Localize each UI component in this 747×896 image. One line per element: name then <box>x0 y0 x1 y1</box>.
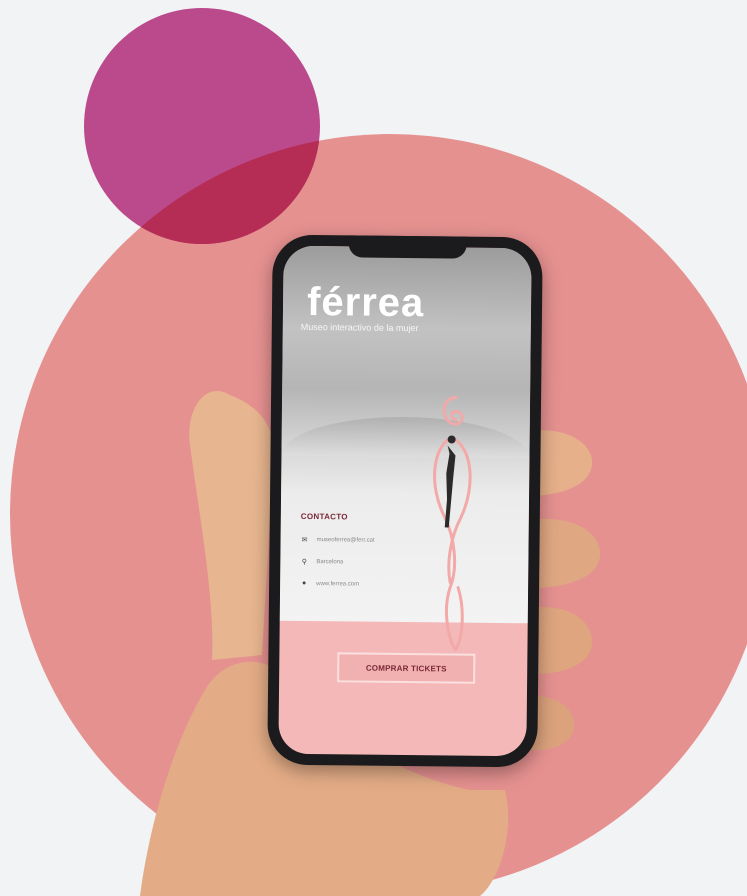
phone-screen: férrea Museo interactivo de la mujer CON… <box>278 245 532 757</box>
contact-title: CONTACTO <box>300 511 348 522</box>
contact-website-text: www.ferrea.com <box>316 580 360 588</box>
globe-icon: ● <box>301 579 307 587</box>
contact-email-row[interactable]: ✉ museoferrea@ferr.cat <box>301 536 375 545</box>
phone-notch <box>348 235 467 259</box>
contact-email-text: museoferrea@ferr.cat <box>316 537 375 544</box>
mail-icon: ✉ <box>301 536 308 544</box>
contact-location-row: ⚲ Barcelona <box>300 558 344 566</box>
phone-device: férrea Museo interactivo de la mujer CON… <box>267 234 543 768</box>
brand-tagline: Museo interactivo de la mujer <box>300 321 419 334</box>
contact-website-row[interactable]: ● www.ferrea.com <box>300 580 359 588</box>
sand-dune <box>281 415 530 459</box>
contact-location-text: Barcelona <box>316 559 344 566</box>
buy-tickets-button[interactable]: COMPRAR TICKETS <box>337 652 476 684</box>
location-pin-icon: ⚲ <box>301 558 307 566</box>
brand-logo: férrea <box>306 279 425 326</box>
figure-outline-graphic <box>433 396 472 652</box>
